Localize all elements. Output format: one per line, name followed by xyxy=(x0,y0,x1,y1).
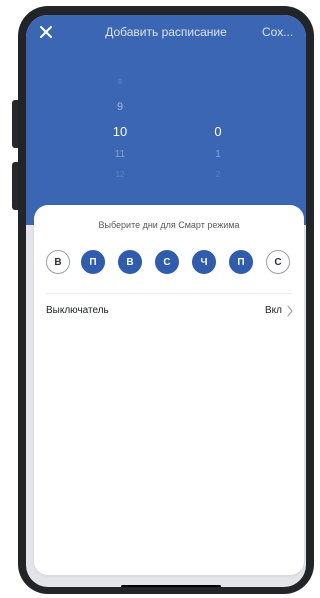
day-toggle[interactable]: В xyxy=(46,250,70,274)
switch-row[interactable]: Выключатель Вкл xyxy=(34,295,304,327)
minute-option[interactable]: 1 xyxy=(198,148,238,162)
day-toggle[interactable]: П xyxy=(81,250,105,274)
minute-option[interactable]: 0 xyxy=(198,123,238,140)
hour-option[interactable]: 10 xyxy=(100,123,140,140)
home-indicator xyxy=(121,585,221,587)
switch-label: Выключатель xyxy=(46,305,109,316)
day-toggle[interactable]: В xyxy=(118,250,142,274)
hour-option[interactable]: 8 xyxy=(100,77,140,88)
save-button[interactable]: Сох... xyxy=(262,24,302,40)
minute-wheel[interactable]: 0 1 2 xyxy=(198,15,238,215)
day-toggle[interactable]: Ч xyxy=(192,250,216,274)
hour-option[interactable]: 12 xyxy=(100,169,140,181)
days-sheet: Выберите дни для Смарт режима ВПВСЧПС Вы… xyxy=(34,205,304,575)
minute-option[interactable]: 2 xyxy=(198,169,238,181)
hour-option[interactable]: 9 xyxy=(100,100,140,115)
day-toggle[interactable]: П xyxy=(229,250,253,274)
schedule-header: Добавить расписание Сох... 8 9 10 11 12 012 xyxy=(26,15,306,225)
chevron-right-icon xyxy=(287,305,293,317)
day-toggle[interactable]: С xyxy=(155,250,179,274)
app-screen: Добавить расписание Сох... 8 9 10 11 12 012 … xyxy=(26,15,306,587)
close-icon[interactable] xyxy=(38,24,54,40)
hour-wheel[interactable]: 8 9 10 11 12 xyxy=(100,15,140,215)
days-title: Выберите дни для Смарт режима xyxy=(98,220,240,230)
switch-value: Вкл xyxy=(265,305,282,316)
divider xyxy=(46,293,292,294)
hour-option[interactable]: 11 xyxy=(100,148,140,162)
day-toggle[interactable]: С xyxy=(266,250,290,274)
